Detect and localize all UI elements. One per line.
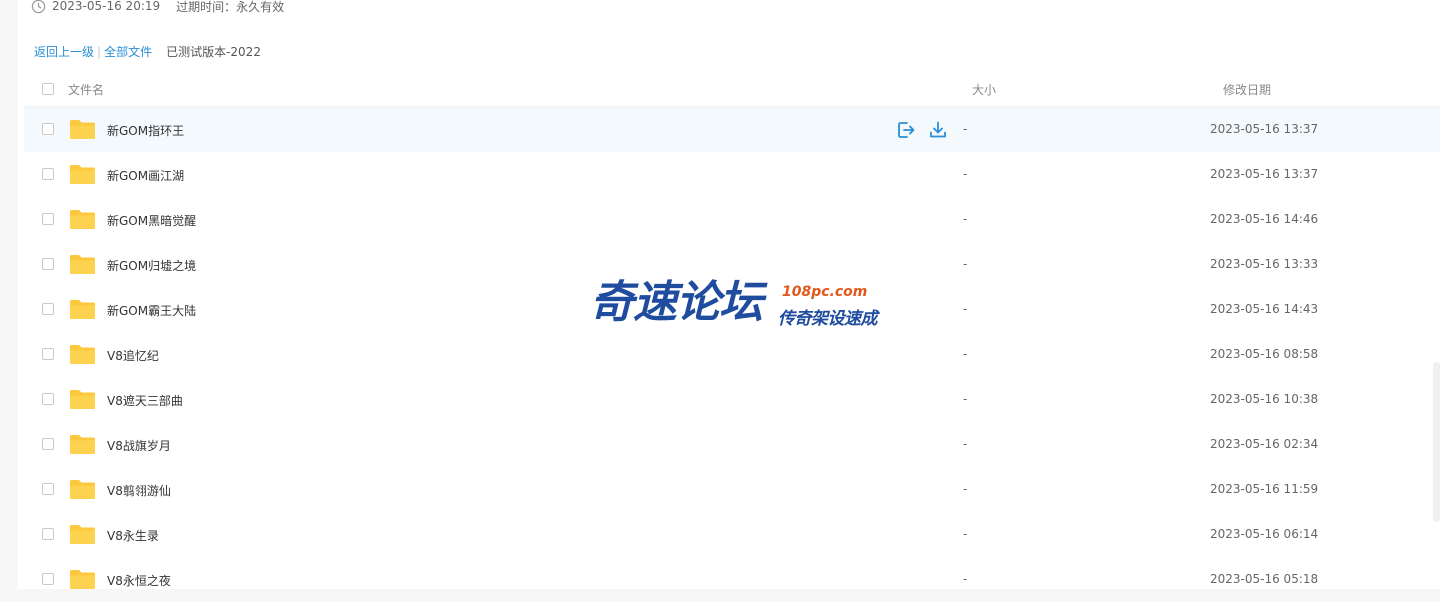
- row-checkbox[interactable]: [42, 393, 54, 405]
- file-size: -: [963, 122, 968, 136]
- table-row[interactable]: V8战旗岁月 - 2023-05-16 02:34: [24, 422, 1440, 467]
- file-size: -: [963, 212, 968, 226]
- watermark-domain: 108pc.com: [782, 284, 868, 300]
- file-date: 2023-05-16 14:43: [1210, 302, 1319, 316]
- file-date: 2023-05-16 14:46: [1210, 212, 1319, 226]
- file-name[interactable]: 新GOM黑暗觉醒: [107, 212, 196, 229]
- file-date: 2023-05-16 13:33: [1210, 257, 1319, 271]
- file-name[interactable]: 新GOM霸王大陆: [107, 302, 196, 319]
- row-checkbox[interactable]: [42, 213, 54, 225]
- share-icon[interactable]: [896, 120, 916, 140]
- table-row[interactable]: V8永恒之夜 - 2023-05-16 05:18: [24, 557, 1440, 602]
- file-date: 2023-05-16 13:37: [1210, 167, 1319, 181]
- back-link[interactable]: 返回上一级: [34, 43, 94, 60]
- file-name[interactable]: V8永生录: [107, 527, 159, 544]
- file-name[interactable]: V8翦翎游仙: [107, 482, 171, 499]
- file-date: 2023-05-16 13:37: [1210, 122, 1319, 136]
- folder-icon: [69, 388, 96, 410]
- folder-icon: [69, 118, 96, 140]
- table-header: 文件名 大小 修改日期: [24, 72, 1440, 107]
- folder-icon: [69, 298, 96, 320]
- file-list: 新GOM指环王 - 2023-05-16 13:37 新GOM画江湖 - 2023-05-…: [24, 107, 1440, 602]
- file-name[interactable]: 新GOM指环王: [107, 122, 184, 139]
- table-row[interactable]: V8永生录 - 2023-05-16 06:14: [24, 512, 1440, 557]
- row-checkbox[interactable]: [42, 258, 54, 270]
- folder-icon: [69, 568, 96, 590]
- file-size: -: [963, 167, 968, 181]
- row-checkbox[interactable]: [42, 168, 54, 180]
- file-size: -: [963, 527, 968, 541]
- expiry-time: 过期时间：永久有效: [176, 0, 285, 14]
- file-name[interactable]: V8战旗岁月: [107, 437, 171, 454]
- file-size: -: [963, 437, 968, 451]
- file-date: 2023-05-16 11:59: [1210, 482, 1319, 496]
- row-checkbox[interactable]: [42, 528, 54, 540]
- table-row[interactable]: 新GOM指环王 - 2023-05-16 13:37: [24, 107, 1440, 152]
- download-icon[interactable]: [928, 120, 948, 140]
- scrollbar[interactable]: [1433, 362, 1440, 522]
- file-size: -: [963, 392, 968, 406]
- column-header-name[interactable]: 文件名: [68, 81, 104, 98]
- share-meta: 2023-05-16 20:19 过期时间：永久有效: [31, 0, 284, 14]
- current-folder: 已测试版本-2022: [166, 45, 261, 59]
- breadcrumb: 返回上一级 | 全部文件 已测试版本-2022: [34, 43, 261, 60]
- file-name[interactable]: 新GOM画江湖: [107, 167, 184, 184]
- row-checkbox[interactable]: [42, 438, 54, 450]
- file-name[interactable]: V8遮天三部曲: [107, 392, 183, 409]
- file-name[interactable]: V8永恒之夜: [107, 572, 171, 589]
- file-date: 2023-05-16 06:14: [1210, 527, 1319, 541]
- file-size: -: [963, 347, 968, 361]
- table-row[interactable]: 新GOM画江湖 - 2023-05-16 13:37: [24, 152, 1440, 197]
- file-date: 2023-05-16 08:58: [1210, 347, 1319, 361]
- row-checkbox[interactable]: [42, 303, 54, 315]
- table-row[interactable]: V8遮天三部曲 - 2023-05-16 10:38: [24, 377, 1440, 422]
- folder-icon: [69, 523, 96, 545]
- folder-icon: [69, 208, 96, 230]
- folder-icon: [69, 478, 96, 500]
- select-all-checkbox[interactable]: [42, 83, 54, 95]
- folder-icon: [69, 343, 96, 365]
- created-time: 2023-05-16 20:19: [52, 0, 161, 13]
- watermark-title: 奇速论坛: [590, 277, 763, 328]
- table-row[interactable]: 新GOM黑暗觉醒 - 2023-05-16 14:46: [24, 197, 1440, 242]
- file-size: -: [963, 302, 968, 316]
- watermark-slogan: 传奇架设速成: [778, 309, 878, 329]
- file-name[interactable]: 新GOM归墟之境: [107, 257, 196, 274]
- file-date: 2023-05-16 05:18: [1210, 572, 1319, 586]
- column-header-size[interactable]: 大小: [972, 81, 996, 98]
- row-checkbox[interactable]: [42, 483, 54, 495]
- table-row[interactable]: V8翦翎游仙 - 2023-05-16 11:59: [24, 467, 1440, 512]
- folder-icon: [69, 433, 96, 455]
- table-row[interactable]: V8追忆纪 - 2023-05-16 08:58: [24, 332, 1440, 377]
- watermark-logo: 奇速论坛 108pc.com 传奇架设速成: [590, 277, 890, 330]
- file-date: 2023-05-16 10:38: [1210, 392, 1319, 406]
- folder-icon: [69, 253, 96, 275]
- file-panel: 2023-05-16 20:19 过期时间：永久有效 返回上一级 | 全部文件 …: [18, 0, 1440, 589]
- column-header-date[interactable]: 修改日期: [1223, 81, 1271, 98]
- row-checkbox[interactable]: [42, 573, 54, 585]
- row-checkbox[interactable]: [42, 348, 54, 360]
- file-name[interactable]: V8追忆纪: [107, 347, 159, 364]
- file-size: -: [963, 572, 968, 586]
- clock-icon: [31, 0, 46, 13]
- breadcrumb-separator: |: [97, 44, 102, 59]
- row-checkbox[interactable]: [42, 123, 54, 135]
- file-size: -: [963, 257, 968, 271]
- row-actions: [896, 120, 948, 140]
- all-files-link[interactable]: 全部文件: [104, 43, 152, 60]
- folder-icon: [69, 163, 96, 185]
- file-size: -: [963, 482, 968, 496]
- file-date: 2023-05-16 02:34: [1210, 437, 1319, 451]
